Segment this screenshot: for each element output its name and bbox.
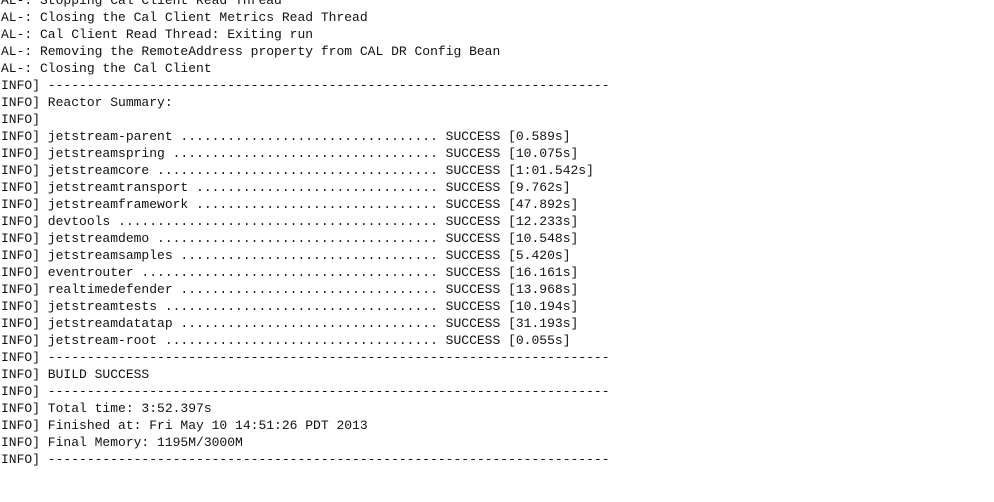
module-result-line: INFO] jetstream-parent .................… — [1, 129, 571, 144]
finished-at-line: INFO] Finished at: Fri May 10 14:51:26 P… — [1, 418, 368, 433]
console-line: AL-: Closing the Cal Client — [1, 61, 212, 76]
console-line: AL-: Removing the RemoteAddress property… — [1, 44, 501, 59]
separator-line: INFO] ----------------------------------… — [1, 384, 610, 399]
module-result-line: INFO] jetstreamsamples .................… — [1, 248, 571, 263]
console-lines: AL-: Stopping Cal Client Read Thread AL-… — [1, 0, 610, 468]
console-output[interactable]: AL-: Stopping Cal Client Read Thread AL-… — [0, 0, 994, 502]
console-line: AL-: Stopping Cal Client Read Thread — [1, 0, 282, 8]
console-line: INFO] — [1, 112, 41, 127]
build-status-line: INFO] BUILD SUCCESS — [1, 367, 150, 382]
reactor-summary-heading: INFO] Reactor Summary: — [1, 95, 173, 110]
module-result-line: INFO] devtools .........................… — [1, 214, 579, 229]
module-result-line: INFO] jetstream-root ...................… — [1, 333, 571, 348]
separator-line: INFO] ----------------------------------… — [1, 350, 610, 365]
module-result-line: INFO] jetstreamdemo ....................… — [1, 231, 579, 246]
module-result-line: INFO] jetstreamspring ..................… — [1, 146, 579, 161]
module-result-line: INFO] jetstreamtests ...................… — [1, 299, 579, 314]
total-time-line: INFO] Total time: 3:52.397s — [1, 401, 212, 416]
separator-line: INFO] ----------------------------------… — [1, 78, 610, 93]
module-result-line: INFO] jetstreamframework ...............… — [1, 197, 579, 212]
separator-line: INFO] ----------------------------------… — [1, 452, 610, 467]
console-line: AL-: Closing the Cal Client Metrics Read… — [1, 10, 368, 25]
module-result-line: INFO] jetstreamtransport ...............… — [1, 180, 571, 195]
console-line: AL-: Cal Client Read Thread: Exiting run — [1, 27, 314, 42]
module-result-line: INFO] eventrouter ......................… — [1, 265, 579, 280]
final-memory-line: INFO] Final Memory: 1195M/3000M — [1, 435, 243, 450]
module-result-line: INFO] jetstreamdatatap .................… — [1, 316, 579, 331]
module-result-line: INFO] jetstreamcore ....................… — [1, 163, 594, 178]
module-result-line: INFO] realtimedefender .................… — [1, 282, 579, 297]
